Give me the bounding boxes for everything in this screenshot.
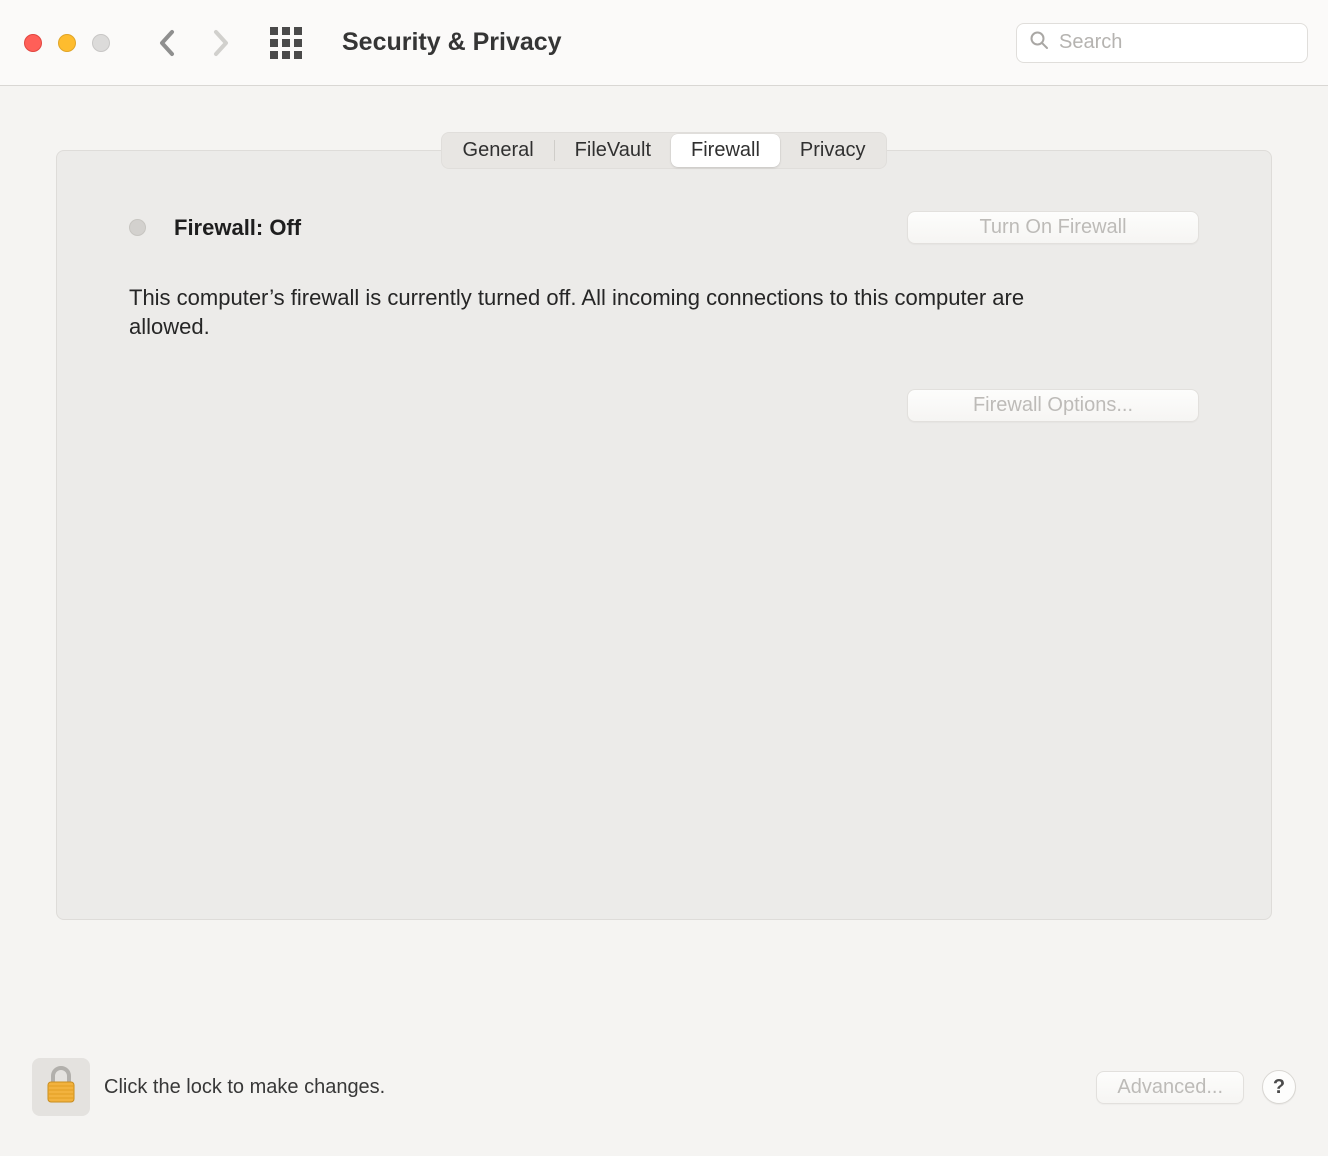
footer: Click the lock to make changes. Advanced…: [32, 1058, 1296, 1116]
main-content: General FileVault Firewall Privacy Firew…: [0, 86, 1328, 920]
tab-privacy[interactable]: Privacy: [780, 134, 886, 167]
advanced-button[interactable]: Advanced...: [1096, 1071, 1244, 1104]
turn-on-firewall-button[interactable]: Turn On Firewall: [907, 211, 1199, 244]
lock-button[interactable]: [32, 1058, 90, 1116]
forward-button[interactable]: [212, 29, 230, 57]
help-button[interactable]: ?: [1262, 1070, 1296, 1104]
window-controls: [24, 34, 110, 52]
firewall-options-button[interactable]: Firewall Options...: [907, 389, 1199, 422]
minimize-window-button[interactable]: [58, 34, 76, 52]
zoom-window-button[interactable]: [92, 34, 110, 52]
tab-firewall[interactable]: Firewall: [671, 134, 780, 167]
search-icon: [1029, 30, 1049, 55]
toolbar: Security & Privacy: [0, 0, 1328, 86]
search-input[interactable]: [1059, 31, 1295, 54]
back-button[interactable]: [158, 29, 176, 57]
tab-filevault[interactable]: FileVault: [555, 134, 671, 167]
tab-general[interactable]: General: [443, 134, 554, 167]
nav-arrows: [158, 29, 230, 57]
show-all-preferences-button[interactable]: [270, 27, 302, 59]
firewall-panel: Firewall: Off Turn On Firewall This comp…: [56, 150, 1272, 920]
firewall-status-indicator-icon: [129, 219, 146, 236]
window-title: Security & Privacy: [342, 28, 562, 57]
firewall-status-label: Firewall: Off: [174, 215, 301, 241]
lock-hint-label: Click the lock to make changes.: [104, 1076, 1096, 1099]
tab-bar: General FileVault Firewall Privacy: [441, 132, 888, 169]
close-window-button[interactable]: [24, 34, 42, 52]
search-field[interactable]: [1016, 23, 1308, 63]
lock-icon: [42, 1064, 80, 1111]
firewall-description: This computer’s firewall is currently tu…: [129, 284, 1029, 341]
